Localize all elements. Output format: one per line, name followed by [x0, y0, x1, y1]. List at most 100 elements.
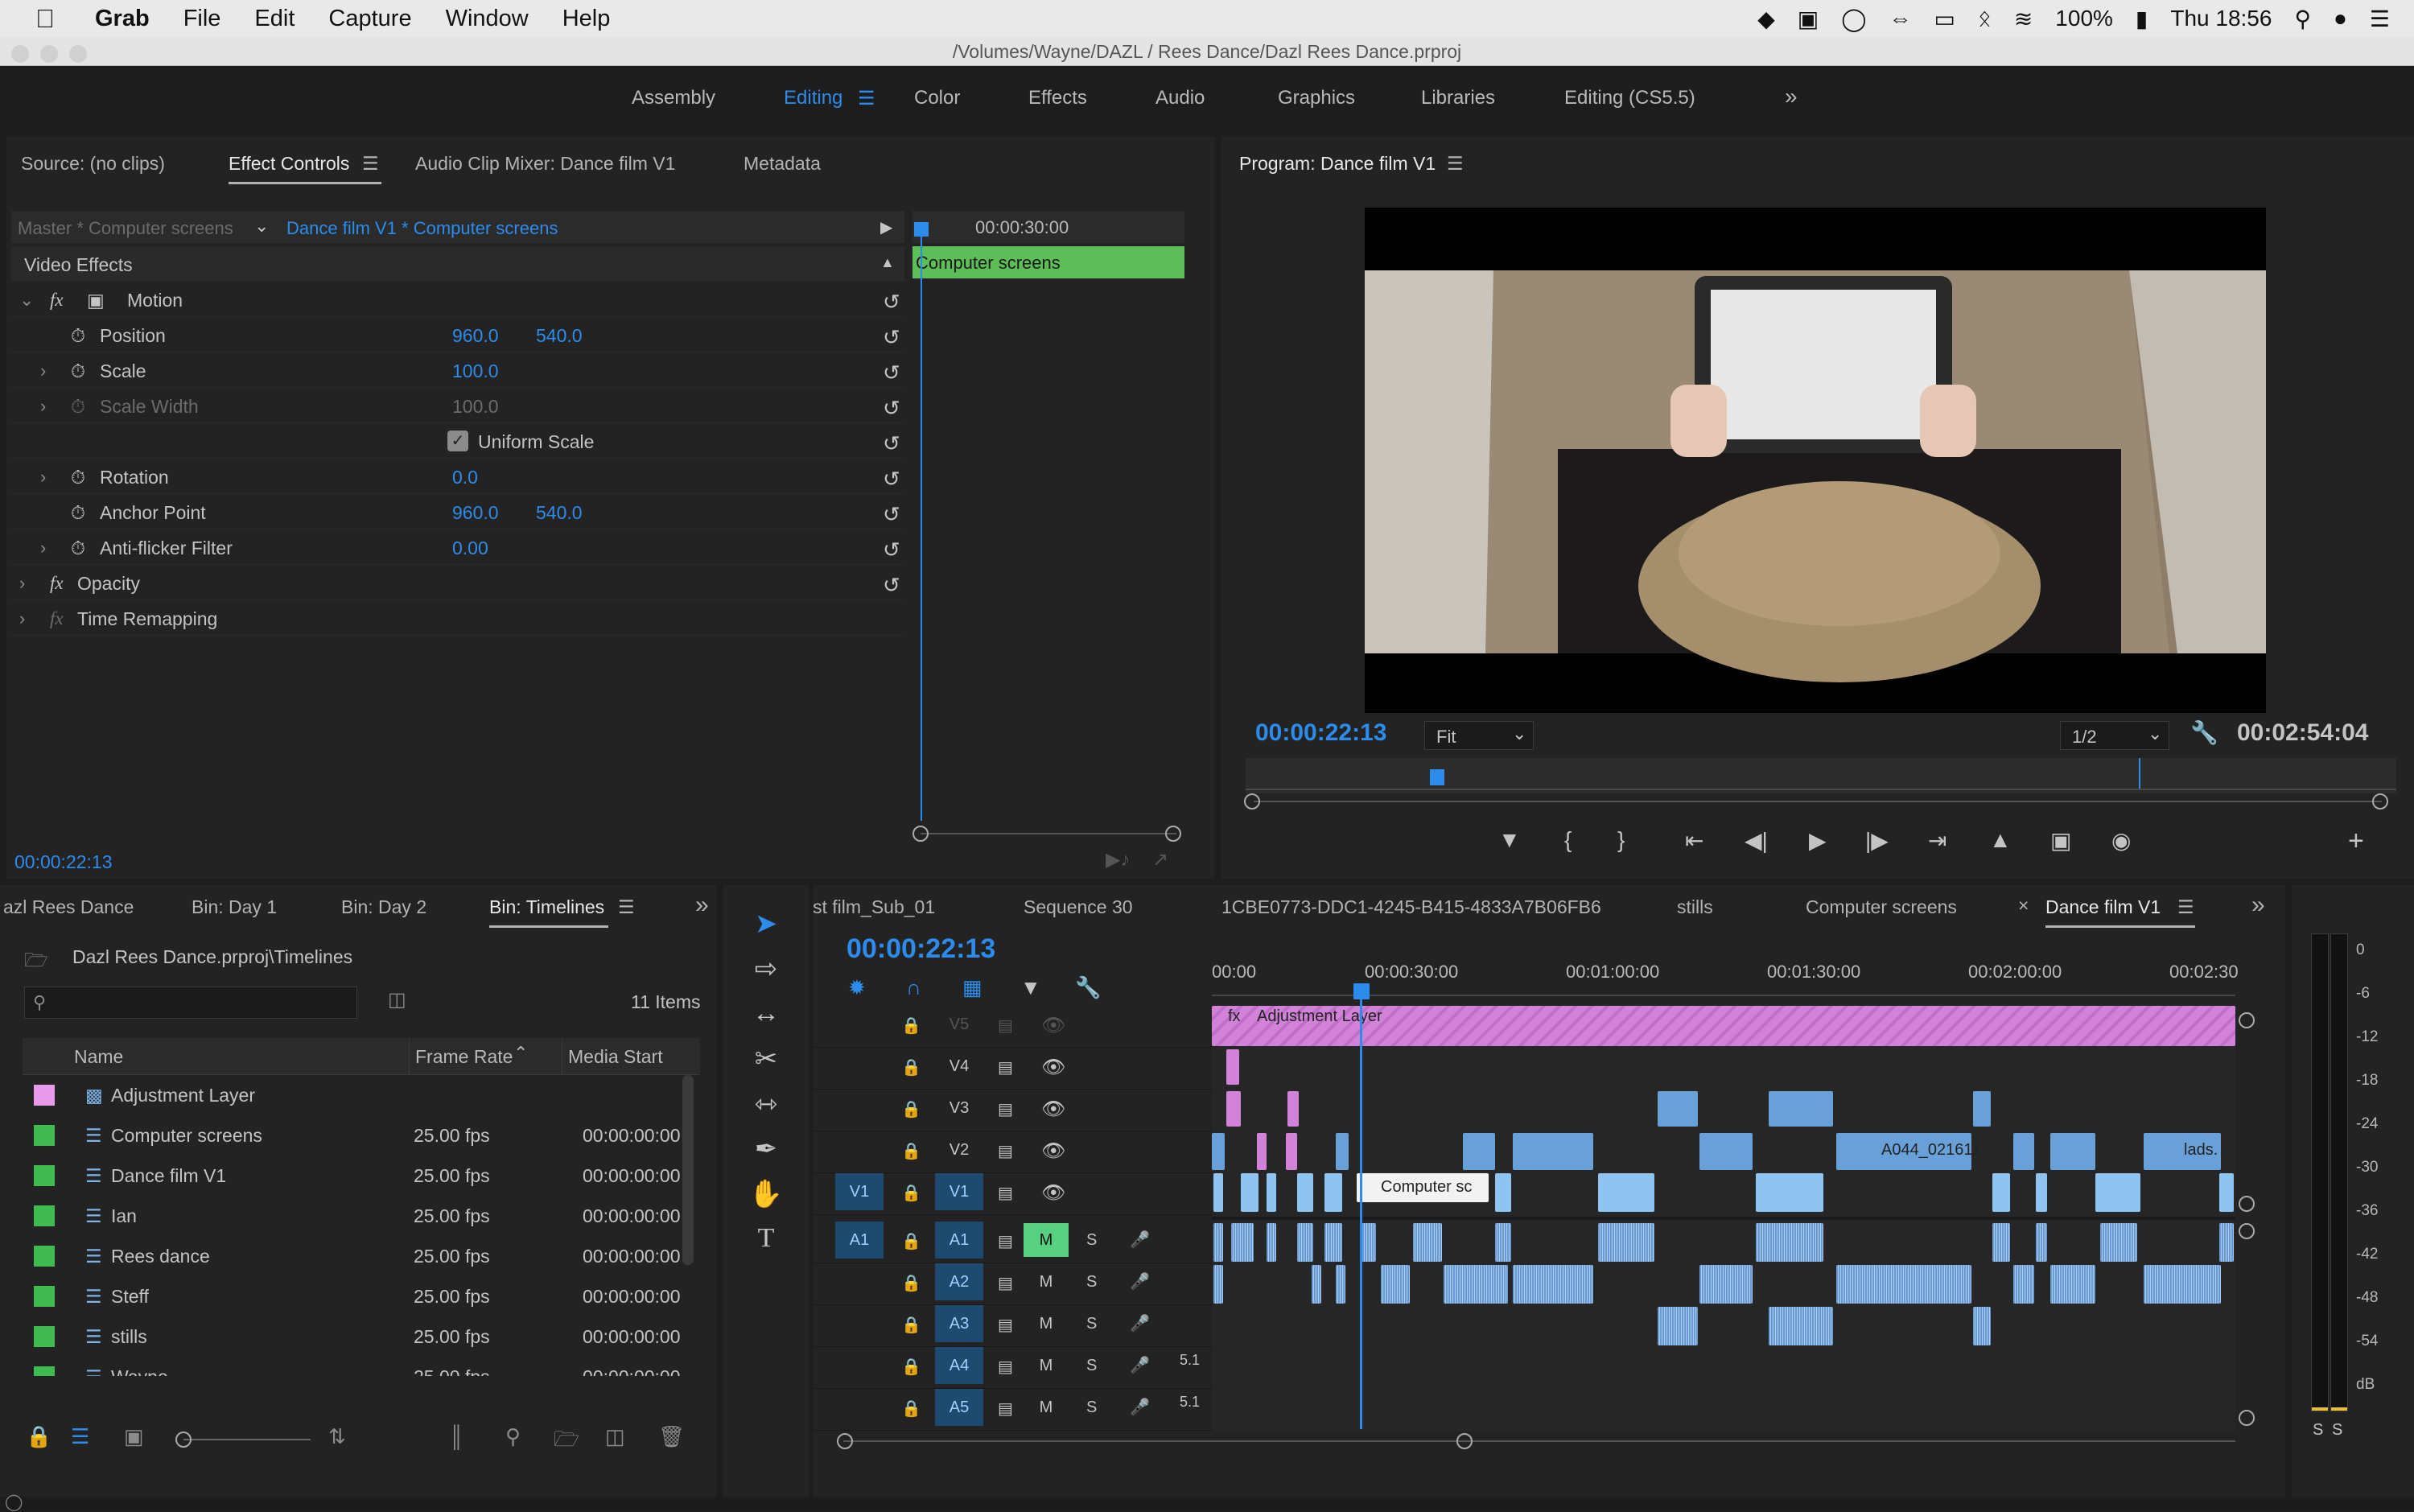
program-zoom-right-handle[interactable] — [2372, 793, 2388, 810]
lock-icon[interactable]: 🔒 — [901, 1315, 921, 1335]
label-color-swatch[interactable] — [34, 1366, 55, 1376]
timeline-settings-wrench-icon[interactable]: 🔧 — [1075, 975, 1101, 1000]
audio-clip[interactable] — [1312, 1265, 1321, 1304]
video-clip[interactable] — [1287, 1091, 1299, 1127]
ec-timecode[interactable]: 00:00:22:13 — [14, 851, 113, 873]
video-clip[interactable] — [1513, 1133, 1593, 1170]
lock-icon[interactable]: 🔒 — [901, 1057, 921, 1077]
anti-flicker-value[interactable]: 0.00 — [452, 538, 488, 559]
tab-effect-controls[interactable]: Effect Controls — [229, 153, 349, 175]
audio-clip[interactable] — [1513, 1265, 1593, 1304]
play-triangle-icon[interactable]: ▶ — [880, 217, 892, 237]
workspace-audio[interactable]: Audio — [1156, 87, 1205, 109]
video-clip[interactable] — [1241, 1173, 1258, 1212]
video-clip[interactable] — [1973, 1091, 1991, 1127]
spotlight-icon[interactable]: ⚲ — [2294, 6, 2311, 32]
wrench-icon[interactable]: 🔧 — [2190, 719, 2218, 746]
column-name[interactable]: Name — [74, 1046, 123, 1068]
new-item-icon[interactable]: ◫ — [605, 1424, 625, 1449]
timeline-zoom-right-handle[interactable] — [1456, 1433, 1473, 1449]
video-clip[interactable] — [1495, 1173, 1511, 1212]
ec-playhead-handle[interactable] — [914, 222, 929, 237]
stopwatch-icon[interactable]: ⏱ — [71, 360, 85, 382]
sync-lock-icon[interactable]: ▤ — [998, 1357, 1013, 1377]
audio-clip[interactable] — [1973, 1307, 1991, 1345]
solo-button[interactable]: S — [1086, 1357, 1097, 1375]
zoom-fit-select[interactable]: Fit ⌄ — [1424, 721, 1534, 750]
scale-value[interactable]: 100.0 — [452, 360, 499, 382]
lock-icon[interactable]: 🔒 — [901, 1357, 921, 1377]
solo-button[interactable]: S — [1086, 1315, 1097, 1333]
source-patch-a1[interactable]: A1 — [835, 1222, 884, 1259]
video-clip[interactable] — [2219, 1173, 2234, 1212]
audio-scroll-top-handle[interactable] — [2239, 1223, 2255, 1239]
project-search-input[interactable]: ⚲ — [24, 987, 357, 1019]
panel-menu-icon[interactable]: ☰ — [362, 153, 379, 175]
audio-clip[interactable] — [1756, 1223, 1823, 1262]
label-color-swatch[interactable] — [34, 1326, 55, 1347]
notification-center-icon[interactable]: ☰ — [2370, 6, 2390, 32]
track-target-a3[interactable]: A3 — [935, 1305, 983, 1342]
audio-clip[interactable] — [1381, 1265, 1410, 1304]
video-clip[interactable] — [1297, 1173, 1313, 1212]
audio-clip[interactable] — [2219, 1223, 2234, 1262]
menu-app[interactable]: Grab — [95, 6, 150, 32]
video-clip[interactable] — [1658, 1091, 1698, 1127]
sync-lock-icon[interactable]: ▤ — [998, 1141, 1013, 1161]
track-target-v5[interactable]: V5 — [935, 1006, 983, 1043]
sync-lock-icon[interactable]: ▤ — [998, 1183, 1013, 1203]
anchor-y-value[interactable]: 540.0 — [536, 502, 583, 524]
ec-playhead[interactable] — [921, 225, 922, 821]
reset-icon[interactable]: ↺ — [883, 360, 900, 385]
audio-clip[interactable] — [1213, 1223, 1223, 1262]
menu-file[interactable]: File — [183, 6, 221, 32]
selection-tool-icon[interactable]: ➤ — [734, 908, 798, 953]
siri-icon[interactable]: ● — [2334, 6, 2347, 31]
video-clip[interactable] — [1226, 1091, 1241, 1127]
audio-clip[interactable] — [1598, 1223, 1654, 1262]
lock-icon[interactable]: 🔒 — [901, 1016, 921, 1036]
panel-menu-icon[interactable]: ☰ — [2177, 896, 2194, 918]
voiceover-mic-icon[interactable]: 🎤 — [1130, 1313, 1150, 1333]
slip-tool-icon[interactable]: ⇿ — [734, 1088, 798, 1133]
label-color-swatch[interactable] — [34, 1165, 55, 1186]
track-target-v2[interactable]: V2 — [935, 1131, 983, 1168]
solo-left-button[interactable]: S — [2313, 1421, 2323, 1440]
mute-button[interactable]: M — [1024, 1265, 1069, 1299]
minimize-window-button[interactable] — [40, 45, 58, 63]
track-target-a2[interactable]: A2 — [935, 1263, 983, 1300]
label-color-swatch[interactable] — [34, 1246, 55, 1267]
audio-clip[interactable] — [1360, 1223, 1376, 1262]
workspace-editing-cs55[interactable]: Editing (CS5.5) — [1564, 87, 1695, 109]
track-select-tool-icon[interactable]: ⇨ — [734, 953, 798, 998]
project-item-row[interactable]: ☰ Ian 25.00 fps 00:00:00:00 — [23, 1196, 700, 1236]
audio-clip[interactable] — [1658, 1307, 1698, 1345]
video-clip[interactable] — [1336, 1133, 1349, 1170]
workspace-effects[interactable]: Effects — [1028, 87, 1087, 109]
ec-zoom-scrollbar[interactable] — [921, 833, 1176, 834]
ec-zoom-right-handle[interactable] — [1165, 826, 1181, 842]
tab-subsequence[interactable]: st film_Sub_01 — [813, 896, 935, 918]
label-color-swatch[interactable] — [34, 1085, 55, 1106]
workspace-color[interactable]: Color — [914, 87, 960, 109]
close-tab-icon[interactable]: × — [2018, 895, 2029, 917]
voiceover-mic-icon[interactable]: 🎤 — [1130, 1355, 1150, 1375]
teamviewer-icon[interactable]: ⇔ — [1889, 6, 1912, 31]
label-color-swatch[interactable] — [34, 1125, 55, 1146]
video-clip[interactable] — [1257, 1133, 1267, 1170]
tab-bin-day1[interactable]: Bin: Day 1 — [192, 896, 277, 918]
voiceover-mic-icon[interactable]: 🎤 — [1130, 1271, 1150, 1292]
track-target-a4[interactable]: A4 — [935, 1347, 983, 1384]
track-target-v3[interactable]: V3 — [935, 1090, 983, 1127]
sync-lock-icon[interactable]: ▤ — [998, 1315, 1013, 1335]
apple-icon[interactable]:  — [35, 4, 55, 34]
sync-lock-icon[interactable]: ▤ — [998, 1273, 1013, 1293]
lock-icon[interactable]: 🔒 — [26, 1424, 51, 1449]
go-to-out-icon[interactable]: ⇥ — [1928, 827, 1946, 854]
stopwatch-icon[interactable]: ⏱ — [71, 325, 85, 347]
audio-clip[interactable] — [1297, 1223, 1313, 1262]
audio-clip[interactable] — [1495, 1223, 1511, 1262]
button-editor-plus-icon[interactable]: + — [2348, 826, 2364, 857]
audio-clip[interactable] — [2100, 1223, 2137, 1262]
ec-zoom-left-handle[interactable] — [912, 826, 929, 842]
